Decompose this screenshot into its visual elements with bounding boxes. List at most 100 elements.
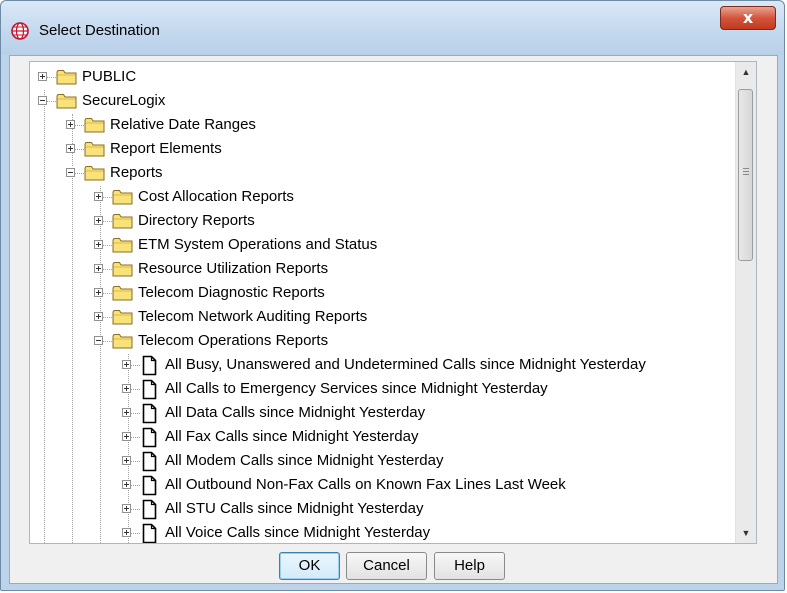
tree-folder-node[interactable]: Telecom Operations Reports bbox=[30, 330, 730, 354]
title-bar: Select Destination x bbox=[1, 1, 784, 55]
document-icon bbox=[142, 475, 157, 496]
tree-connector-line bbox=[103, 341, 112, 342]
tree-folder-node[interactable]: Cost Allocation Reports bbox=[30, 186, 730, 210]
tree-node-label: All STU Calls since Midnight Yesterday bbox=[165, 500, 424, 517]
expand-icon[interactable] bbox=[38, 72, 47, 81]
expand-icon[interactable] bbox=[122, 432, 131, 441]
tree-connector-line bbox=[103, 293, 112, 294]
collapse-icon[interactable] bbox=[66, 168, 75, 177]
document-icon bbox=[142, 499, 157, 520]
tree-node-label: Directory Reports bbox=[138, 212, 255, 229]
expand-icon[interactable] bbox=[122, 384, 131, 393]
tree-folder-node[interactable]: SecureLogix bbox=[30, 90, 730, 114]
expand-icon[interactable] bbox=[66, 144, 75, 153]
tree-connector-line bbox=[75, 173, 84, 174]
tree-connector-line bbox=[131, 365, 140, 366]
expand-icon[interactable] bbox=[122, 480, 131, 489]
folder-icon bbox=[112, 310, 133, 325]
tree-connector-line bbox=[75, 125, 84, 126]
folder-icon bbox=[84, 118, 105, 133]
tree-node-label: Relative Date Ranges bbox=[110, 116, 256, 133]
help-button[interactable]: Help bbox=[434, 552, 505, 580]
tree-connector-line bbox=[131, 485, 140, 486]
folder-icon bbox=[112, 214, 133, 229]
tree-node-label: All Fax Calls since Midnight Yesterday bbox=[165, 428, 419, 445]
tree-report-node[interactable]: All Outbound Non-Fax Calls on Known Fax … bbox=[30, 474, 730, 498]
document-icon bbox=[142, 523, 157, 543]
folder-icon bbox=[112, 286, 133, 301]
tree-report-node[interactable]: All Modem Calls since Midnight Yesterday bbox=[30, 450, 730, 474]
tree-node-label: Telecom Operations Reports bbox=[138, 332, 329, 349]
tree-connector-line bbox=[47, 101, 56, 102]
tree-connector-line bbox=[131, 533, 140, 534]
folder-icon bbox=[84, 142, 105, 157]
scroll-thumb[interactable] bbox=[738, 89, 753, 261]
scroll-up-icon[interactable]: ▲ bbox=[736, 62, 756, 82]
collapse-icon[interactable] bbox=[94, 336, 103, 345]
expand-icon[interactable] bbox=[122, 528, 131, 537]
close-icon: x bbox=[742, 8, 754, 27]
tree-report-node[interactable]: All STU Calls since Midnight Yesterday bbox=[30, 498, 730, 522]
tree-connector-line bbox=[103, 197, 112, 198]
tree-connector-line bbox=[47, 77, 56, 78]
expand-icon[interactable] bbox=[66, 120, 75, 129]
tree-node-label: PUBLIC bbox=[82, 68, 137, 85]
tree-folder-node[interactable]: Report Elements bbox=[30, 138, 730, 162]
tree-connector-line bbox=[75, 149, 84, 150]
cancel-button[interactable]: Cancel bbox=[346, 552, 427, 580]
tree-connector-line bbox=[103, 221, 112, 222]
destination-tree-panel: PUBLIC SecureLogix Relative Date Ranges Rep… bbox=[29, 61, 757, 544]
folder-icon bbox=[112, 262, 133, 277]
tree-connector-line bbox=[131, 389, 140, 390]
folder-icon bbox=[112, 190, 133, 205]
expand-icon[interactable] bbox=[122, 504, 131, 513]
tree-node-label: Reports bbox=[110, 164, 163, 181]
tree-node-label: All Voice Calls since Midnight Yesterday bbox=[165, 524, 431, 541]
tree-connector-line bbox=[131, 509, 140, 510]
destination-tree[interactable]: PUBLIC SecureLogix Relative Date Ranges Rep… bbox=[30, 62, 736, 543]
tree-folder-node[interactable]: Telecom Network Auditing Reports bbox=[30, 306, 730, 330]
expand-icon[interactable] bbox=[122, 360, 131, 369]
tree-connector-line bbox=[131, 413, 140, 414]
expand-icon[interactable] bbox=[122, 456, 131, 465]
folder-icon bbox=[112, 334, 133, 349]
folder-icon bbox=[56, 94, 77, 109]
tree-connector-line bbox=[103, 269, 112, 270]
document-icon bbox=[142, 427, 157, 448]
tree-folder-node[interactable]: PUBLIC bbox=[30, 66, 730, 90]
expand-icon[interactable] bbox=[94, 288, 103, 297]
tree-folder-node[interactable]: Directory Reports bbox=[30, 210, 730, 234]
folder-icon bbox=[112, 238, 133, 253]
tree-connector-line bbox=[103, 317, 112, 318]
tree-report-node[interactable]: All Calls to Emergency Services since Mi… bbox=[30, 378, 730, 402]
tree-folder-node[interactable]: Resource Utilization Reports bbox=[30, 258, 730, 282]
tree-folder-node[interactable]: Relative Date Ranges bbox=[30, 114, 730, 138]
document-icon bbox=[142, 451, 157, 472]
expand-icon[interactable] bbox=[94, 240, 103, 249]
tree-node-label: All Data Calls since Midnight Yesterday bbox=[165, 404, 426, 421]
tree-folder-node[interactable]: Reports bbox=[30, 162, 730, 186]
folder-icon bbox=[84, 166, 105, 181]
tree-report-node[interactable]: All Voice Calls since Midnight Yesterday bbox=[30, 522, 730, 543]
expand-icon[interactable] bbox=[94, 216, 103, 225]
tree-report-node[interactable]: All Fax Calls since Midnight Yesterday bbox=[30, 426, 730, 450]
scroll-down-icon[interactable]: ▼ bbox=[736, 523, 756, 543]
tree-report-node[interactable]: All Busy, Unanswered and Undetermined Ca… bbox=[30, 354, 730, 378]
tree-node-label: All Outbound Non-Fax Calls on Known Fax … bbox=[165, 476, 566, 493]
expand-icon[interactable] bbox=[94, 264, 103, 273]
tree-folder-node[interactable]: ETM System Operations and Status bbox=[30, 234, 730, 258]
tree-node-label: All Calls to Emergency Services since Mi… bbox=[165, 380, 548, 397]
tree-report-node[interactable]: All Data Calls since Midnight Yesterday bbox=[30, 402, 730, 426]
close-button[interactable]: x bbox=[720, 6, 776, 30]
globe-icon bbox=[11, 22, 29, 40]
tree-node-label: ETM System Operations and Status bbox=[138, 236, 378, 253]
expand-icon[interactable] bbox=[94, 192, 103, 201]
ok-button[interactable]: OK bbox=[279, 552, 340, 580]
expand-icon[interactable] bbox=[122, 408, 131, 417]
expand-icon[interactable] bbox=[94, 312, 103, 321]
collapse-icon[interactable] bbox=[38, 96, 47, 105]
tree-node-label: Cost Allocation Reports bbox=[138, 188, 294, 205]
vertical-scrollbar[interactable]: ▲ ▼ bbox=[735, 62, 756, 543]
tree-folder-node[interactable]: Telecom Diagnostic Reports bbox=[30, 282, 730, 306]
tree-node-label: All Busy, Unanswered and Undetermined Ca… bbox=[165, 356, 646, 373]
